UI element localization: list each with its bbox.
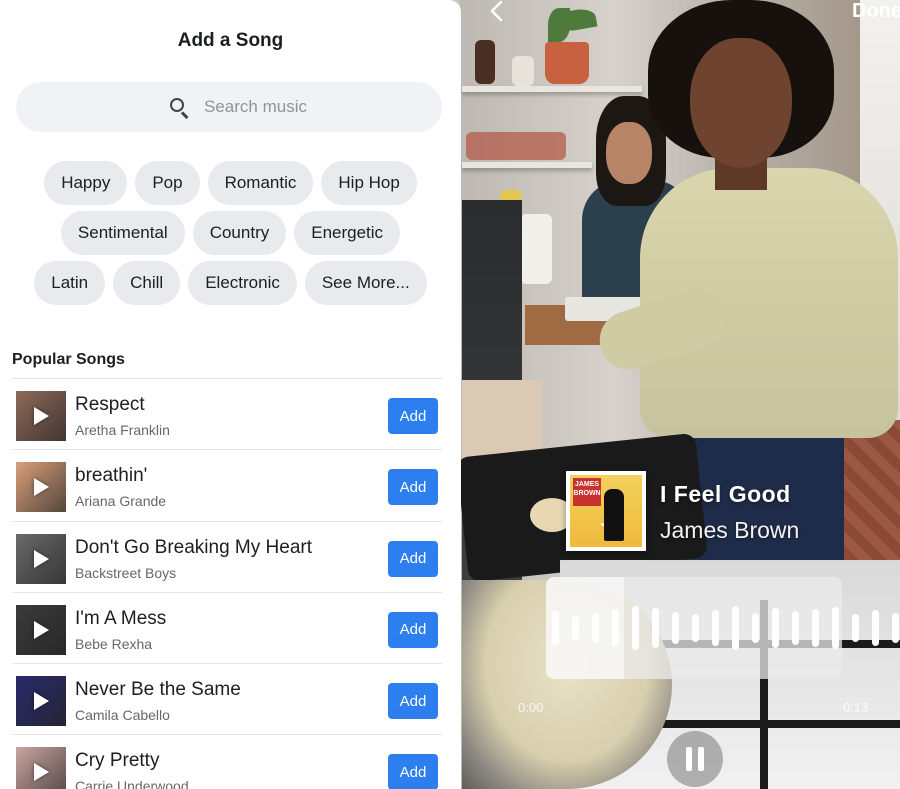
album-cover[interactable] — [16, 747, 66, 789]
list-item[interactable]: breathin' Ariana Grande Add — [12, 449, 442, 520]
song-artist: Aretha Franklin — [75, 422, 170, 438]
play-icon — [34, 620, 49, 639]
waveform-bar — [812, 609, 819, 647]
genre-chip-country[interactable]: Country — [192, 211, 287, 255]
genre-chip-pop[interactable]: Pop — [135, 161, 200, 205]
search-bar[interactable] — [16, 82, 442, 132]
song-artist: Backstreet Boys — [75, 564, 177, 581]
album-cover[interactable] — [16, 391, 66, 441]
chevron-left-icon — [490, 0, 503, 22]
plant-pot — [545, 42, 589, 84]
song-title: I'm A Mess — [75, 607, 167, 629]
list-item[interactable]: Never Be the Same Camila Cabello Add — [12, 663, 442, 734]
song-artist: Carrie Underwood — [75, 778, 189, 789]
song-title: Cry Pretty — [75, 750, 160, 772]
panel-title: Add a Song — [177, 30, 284, 51]
waveform-scrubber[interactable] — [546, 577, 900, 679]
waveform-bar — [592, 613, 599, 643]
waveform-bar — [892, 613, 899, 643]
waveform-bar — [872, 610, 879, 646]
album-cover[interactable] — [16, 533, 66, 584]
genre-row-3: Latin Chill Electronic See More... — [0, 261, 461, 305]
waveform-bar — [632, 606, 639, 650]
waveform-bar — [652, 608, 659, 648]
list-item[interactable]: I'm A Mess Bebe Rexha Add — [12, 591, 442, 663]
shelf-top — [462, 86, 642, 92]
waveform-bar — [572, 616, 579, 640]
genre-chip-chill[interactable]: Chill — [113, 261, 181, 305]
list-item[interactable]: Don't Go Breaking My Heart Backstreet Bo… — [12, 520, 442, 592]
waveform-bar — [712, 610, 719, 646]
song-title: Don't Go Breaking My Heart — [75, 536, 312, 558]
song-title: Respect — [75, 394, 145, 415]
genre-chip-sentimental[interactable]: Sentimental — [60, 211, 185, 255]
waveform-bar — [612, 609, 619, 647]
add-song-button[interactable]: Add — [388, 611, 438, 648]
album-logo: JAMES BROWN — [573, 478, 601, 506]
waveform-bar — [732, 606, 739, 650]
genre-row-1: Happy Pop Romantic Hip Hop — [0, 161, 461, 205]
now-playing-sticker[interactable]: JAMESBROWN ★ I Feel Good James Brown — [566, 471, 886, 553]
album-cover[interactable] — [16, 462, 66, 513]
list-item[interactable]: Respect Aretha Franklin Add — [12, 378, 442, 449]
album-cover[interactable] — [16, 676, 66, 727]
waveform-bar — [752, 613, 759, 643]
pause-button[interactable] — [667, 731, 723, 787]
add-song-panel: Add a Song Happy Pop Romantic Hip Hop Se… — [0, 0, 461, 789]
play-icon — [34, 407, 49, 425]
add-song-button[interactable]: Add — [388, 683, 438, 720]
song-list: Respect Aretha Franklin Add breathin' Ar… — [12, 378, 442, 789]
song-artist: Camila Cabello — [75, 707, 170, 724]
song-title: Never Be the Same — [75, 679, 241, 701]
genre-chip-hip-hop[interactable]: Hip Hop — [321, 161, 417, 205]
waveform-bar — [792, 611, 799, 645]
play-icon — [34, 763, 49, 782]
genre-chip-romantic[interactable]: Romantic — [207, 161, 314, 205]
now-playing-artist: James Brown — [660, 517, 800, 543]
search-icon — [169, 97, 190, 119]
add-song-button[interactable]: Add — [388, 540, 438, 577]
list-item[interactable]: Cry Pretty Carrie Underwood Add — [12, 734, 442, 789]
done-button[interactable]: Done — [852, 0, 900, 22]
genre-row-2: Sentimental Country Energetic — [0, 211, 461, 255]
waveform-bar — [692, 614, 699, 642]
time-end: 0:13 — [843, 700, 869, 715]
add-song-button[interactable]: Add — [388, 754, 438, 789]
back-button[interactable] — [487, 0, 509, 24]
time-start: 0:00 — [518, 700, 544, 715]
popular-songs-heading: Popular Songs — [12, 351, 125, 368]
genre-chip-energetic[interactable]: Energetic — [294, 211, 401, 255]
add-song-button[interactable]: Add — [388, 469, 438, 506]
album-cover[interactable] — [16, 604, 66, 655]
play-icon — [34, 549, 49, 568]
waveform-bar — [852, 614, 859, 642]
waveform-bar — [672, 612, 679, 644]
add-song-button[interactable]: Add — [388, 398, 438, 434]
waveform-bar — [832, 607, 839, 649]
genre-chip-happy[interactable]: Happy — [44, 161, 128, 205]
now-playing-title: I Feel Good — [660, 481, 791, 507]
play-icon — [34, 692, 49, 711]
play-icon — [34, 478, 49, 497]
see-more-chip[interactable]: See More... — [304, 261, 427, 305]
song-artist: Ariana Grande — [75, 493, 167, 510]
genre-chip-latin[interactable]: Latin — [34, 261, 106, 305]
song-artist: Bebe Rexha — [75, 635, 153, 652]
genre-chip-electronic[interactable]: Electronic — [188, 261, 297, 305]
search-input[interactable] — [204, 95, 424, 119]
album-cover: JAMESBROWN ★ — [566, 471, 646, 551]
waveform-bar — [552, 611, 559, 645]
song-title: breathin' — [75, 465, 148, 487]
waveform-bar — [772, 608, 779, 648]
shelf-middle — [462, 162, 592, 168]
